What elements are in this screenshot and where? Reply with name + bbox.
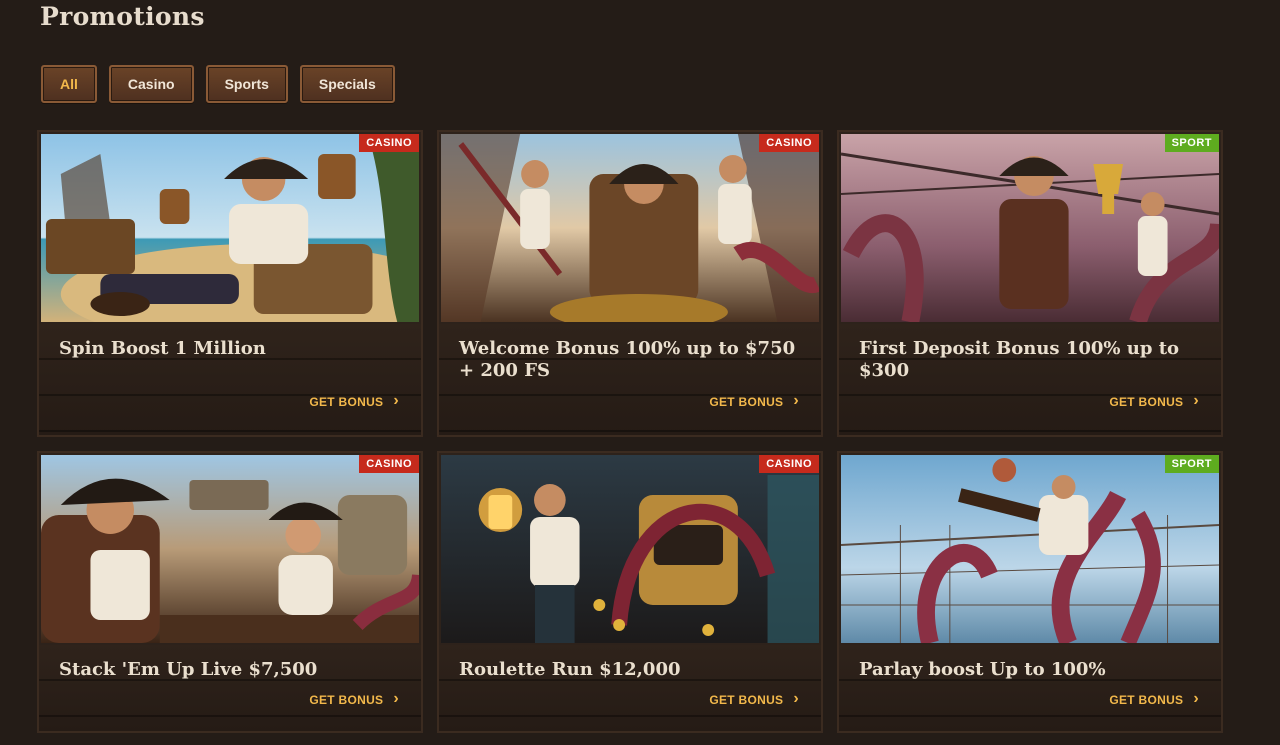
promo-card-first-deposit[interactable]: SPORT First Deposit Bonus 100% up to $30… (837, 130, 1223, 437)
sport-badge: SPORT (1164, 134, 1219, 152)
promo-card-footer: Parlay boost Up to 100% GET BONUS › (839, 645, 1221, 731)
filter-casino-button[interactable]: Casino (108, 65, 194, 103)
filter-sports-button[interactable]: Sports (205, 65, 288, 103)
promo-title: Parlay boost Up to 100% (859, 659, 1106, 680)
filter-specials-button[interactable]: Specials (299, 65, 395, 103)
promo-image (841, 455, 1219, 643)
sport-badge: SPORT (1164, 455, 1219, 473)
casino-badge: CASINO (759, 455, 819, 473)
filter-all-button[interactable]: All (41, 65, 97, 103)
promo-card-parlay-boost[interactable]: SPORT Parlay boost Up to 100% GET BONUS … (837, 451, 1223, 733)
promo-image (41, 134, 419, 322)
get-bonus-link[interactable]: GET BONUS › (709, 690, 799, 708)
chevron-right-icon: › (1193, 392, 1199, 409)
chevron-right-icon: › (793, 392, 799, 409)
promo-card-spin-boost[interactable]: CASINO Spin Boost 1 Million GET BONUS › (37, 130, 423, 437)
page-title: Promotions (40, 2, 205, 31)
chevron-right-icon: › (1193, 690, 1199, 707)
promo-card-footer: Stack 'Em Up Live $7,500 GET BONUS › (39, 645, 421, 731)
promo-title: Spin Boost 1 Million (59, 338, 266, 359)
get-bonus-link[interactable]: GET BONUS › (309, 392, 399, 410)
get-bonus-link[interactable]: GET BONUS › (1109, 690, 1199, 708)
casino-badge: CASINO (359, 134, 419, 152)
promo-image (441, 134, 819, 322)
get-bonus-label: GET BONUS (309, 395, 384, 409)
chevron-right-icon: › (793, 690, 799, 707)
promo-filter-tabs: All Casino Sports Specials (41, 65, 395, 103)
get-bonus-label: GET BONUS (1109, 693, 1184, 707)
promo-title: First Deposit Bonus 100% up to $300 (859, 338, 1180, 381)
chevron-right-icon: › (393, 392, 399, 409)
promotions-grid: CASINO Spin Boost 1 Million GET BONUS › (37, 130, 1223, 733)
get-bonus-link[interactable]: GET BONUS › (709, 392, 799, 410)
promo-card-stack-em-up[interactable]: CASINO Stack 'Em Up Live $7,500 GET BONU… (37, 451, 423, 733)
promo-image (841, 134, 1219, 322)
promo-card-welcome-bonus[interactable]: CASINO Welcome Bonus 100% up to $750 + 2… (437, 130, 823, 437)
get-bonus-label: GET BONUS (309, 693, 384, 707)
chevron-right-icon: › (393, 690, 399, 707)
promo-title: Roulette Run $12,000 (459, 659, 681, 680)
promo-card-footer: Welcome Bonus 100% up to $750 + 200 FS G… (439, 324, 821, 435)
get-bonus-link[interactable]: GET BONUS › (1109, 392, 1199, 410)
get-bonus-link[interactable]: GET BONUS › (309, 690, 399, 708)
get-bonus-label: GET BONUS (709, 693, 784, 707)
promo-title: Welcome Bonus 100% up to $750 + 200 FS (459, 338, 796, 381)
promo-card-footer: Roulette Run $12,000 GET BONUS › (439, 645, 821, 731)
promo-image (41, 455, 419, 643)
promo-card-roulette-run[interactable]: CASINO Roulette Run $12,000 GET BONUS › (437, 451, 823, 733)
promo-image (441, 455, 819, 643)
casino-badge: CASINO (359, 455, 419, 473)
promo-card-footer: Spin Boost 1 Million GET BONUS › (39, 324, 421, 435)
promo-card-footer: First Deposit Bonus 100% up to $300 GET … (839, 324, 1221, 435)
get-bonus-label: GET BONUS (709, 395, 784, 409)
get-bonus-label: GET BONUS (1109, 395, 1184, 409)
casino-badge: CASINO (759, 134, 819, 152)
promo-title: Stack 'Em Up Live $7,500 (59, 659, 318, 680)
